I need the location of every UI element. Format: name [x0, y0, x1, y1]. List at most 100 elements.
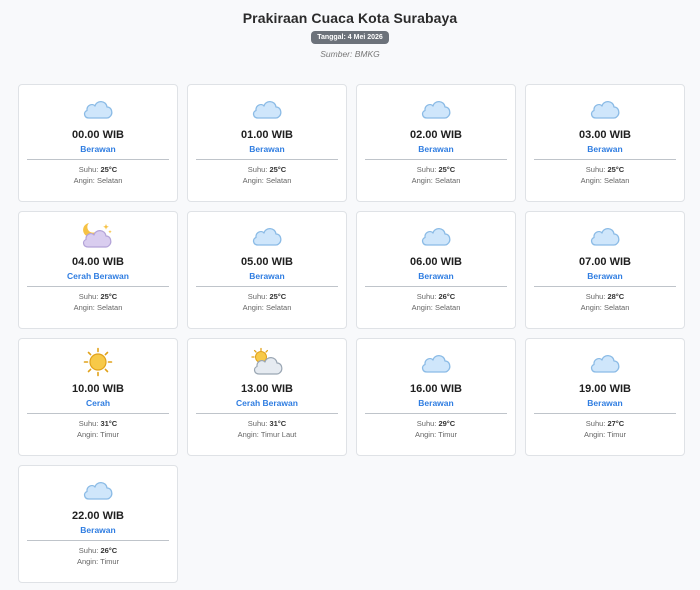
cloud-icon — [249, 93, 285, 123]
sun-icon — [80, 347, 116, 377]
forecast-card: 22.00 WIB Berawan Suhu: 26°C Angin: Timur — [18, 465, 178, 583]
wind-label: Angin: — [411, 303, 435, 312]
wind-label: Angin: — [73, 176, 97, 185]
temperature-label: Suhu: — [416, 292, 439, 301]
forecast-card: 04.00 WIB Cerah Berawan Suhu: 25°C Angin: S… — [18, 211, 178, 329]
date-badge: Tanggal: 4 Mei 2026 — [311, 31, 389, 44]
divider — [534, 159, 676, 160]
wind-label: Angin: — [411, 176, 435, 185]
wind: Angin: Selatan — [19, 176, 177, 185]
wind-label: Angin: — [580, 303, 604, 312]
forecast-card: 07.00 WIB Berawan Suhu: 28°C Angin: Selatan — [525, 211, 685, 329]
wind-label: Angin: — [237, 430, 261, 439]
cloud-icon — [587, 93, 623, 123]
wind: Angin: Timur — [526, 430, 684, 439]
temperature-value: 29°C — [438, 419, 456, 428]
temperature: Suhu: 28°C — [526, 292, 684, 301]
forecast-condition: Berawan — [587, 144, 623, 154]
forecast-time: 16.00 WIB — [410, 383, 462, 395]
temperature-label: Suhu: — [416, 419, 439, 428]
temperature: Suhu: 29°C — [357, 419, 515, 428]
forecast-condition: Cerah Berawan — [236, 398, 298, 408]
wind-value: Selatan — [265, 176, 292, 185]
forecast-time: 07.00 WIB — [579, 256, 631, 268]
forecast-card: 02.00 WIB Berawan Suhu: 25°C Angin: Selatan — [356, 84, 516, 202]
divider — [27, 413, 169, 414]
wind-label: Angin: — [242, 176, 266, 185]
forecast-condition: Berawan — [80, 144, 116, 154]
cloud-icon — [587, 220, 623, 250]
forecast-card: 19.00 WIB Berawan Suhu: 27°C Angin: Timur — [525, 338, 685, 456]
wind-value: Selatan — [265, 303, 292, 312]
wind: Angin: Timur — [19, 430, 177, 439]
divider — [365, 286, 507, 287]
forecast-condition: Berawan — [418, 144, 454, 154]
wind-value: Selatan — [434, 176, 461, 185]
forecast-time: 02.00 WIB — [410, 129, 462, 141]
temperature: Suhu: 25°C — [19, 292, 177, 301]
temperature: Suhu: 25°C — [526, 165, 684, 174]
temperature: Suhu: 31°C — [19, 419, 177, 428]
wind: Angin: Selatan — [357, 176, 515, 185]
forecast-time: 19.00 WIB — [579, 383, 631, 395]
wind-label: Angin: — [76, 430, 101, 439]
forecast-condition: Berawan — [249, 271, 285, 281]
cloud-icon — [587, 347, 623, 377]
cloud-icon — [80, 93, 116, 123]
divider — [27, 159, 169, 160]
wind: Angin: Selatan — [188, 176, 346, 185]
forecast-time: 05.00 WIB — [241, 256, 293, 268]
temperature-value: 26°C — [100, 546, 118, 555]
page-header: Prakiraan Cuaca Kota Surabaya Tanggal: 4… — [0, 0, 700, 59]
forecast-time: 13.00 WIB — [241, 383, 293, 395]
wind: Angin: Selatan — [19, 303, 177, 312]
cloud-icon — [418, 220, 454, 250]
forecast-time: 01.00 WIB — [241, 129, 293, 141]
temperature-value: 25°C — [607, 165, 625, 174]
temperature-value: 25°C — [438, 165, 456, 174]
wind-value: Selatan — [434, 303, 461, 312]
cloud-icon — [80, 474, 116, 504]
wind-label: Angin: — [583, 430, 608, 439]
temperature-value: 31°C — [269, 419, 287, 428]
temperature-value: 28°C — [607, 292, 625, 301]
sun-cloud-icon — [249, 347, 285, 377]
divider — [27, 540, 169, 541]
cloud-icon — [418, 93, 454, 123]
temperature-value: 25°C — [269, 292, 287, 301]
temperature-value: 25°C — [100, 165, 118, 174]
wind-value: Selatan — [603, 176, 630, 185]
temperature-value: 25°C — [100, 292, 118, 301]
divider — [534, 413, 676, 414]
temperature-label: Suhu: — [416, 165, 439, 174]
forecast-condition: Berawan — [587, 398, 623, 408]
forecast-time: 03.00 WIB — [579, 129, 631, 141]
wind-label: Angin: — [73, 303, 97, 312]
divider — [196, 286, 338, 287]
cloud-icon — [249, 220, 285, 250]
divider — [27, 286, 169, 287]
temperature-label: Suhu: — [78, 419, 101, 428]
wind: Angin: Selatan — [526, 303, 684, 312]
cloud-icon — [418, 347, 454, 377]
wind-value: Timur — [100, 430, 120, 439]
divider — [196, 413, 338, 414]
wind: Angin: Selatan — [188, 303, 346, 312]
temperature: Suhu: 25°C — [188, 165, 346, 174]
wind-value: Selatan — [96, 303, 123, 312]
wind: Angin: Selatan — [526, 176, 684, 185]
divider — [196, 159, 338, 160]
divider — [365, 159, 507, 160]
temperature-label: Suhu: — [585, 419, 608, 428]
forecast-time: 06.00 WIB — [410, 256, 462, 268]
temperature: Suhu: 26°C — [19, 546, 177, 555]
forecast-card: 13.00 WIB Cerah Berawan Suhu: 31°C Angin: T… — [187, 338, 347, 456]
forecast-time: 22.00 WIB — [72, 510, 124, 522]
temperature-value: 26°C — [438, 292, 456, 301]
temperature: Suhu: 31°C — [188, 419, 346, 428]
temperature-label: Suhu: — [78, 165, 101, 174]
temperature: Suhu: 26°C — [357, 292, 515, 301]
divider — [365, 413, 507, 414]
temperature-value: 25°C — [269, 165, 287, 174]
wind-label: Angin: — [414, 430, 439, 439]
